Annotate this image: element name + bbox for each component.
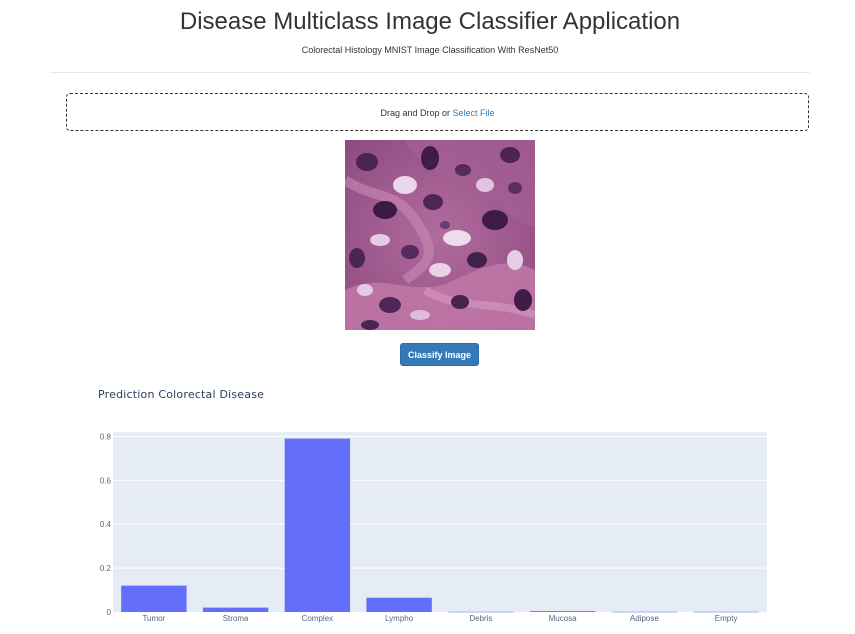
bar-stroma bbox=[202, 607, 269, 612]
y-tick-label: 0 bbox=[107, 608, 112, 617]
y-tick-label: 0.4 bbox=[100, 520, 112, 529]
x-tick-label: Complex bbox=[302, 614, 334, 623]
x-tick-label: Empty bbox=[715, 614, 738, 623]
app-page: Disease Multiclass Image Classifier Appl… bbox=[0, 0, 855, 634]
prediction-bar-chart: 0 0.2 0.4 0.6 0.8 Tumor Stroma Complex Lympho Deb… bbox=[100, 432, 767, 623]
bar-mucosa bbox=[529, 611, 596, 612]
plot-background bbox=[113, 432, 767, 612]
bar-debris bbox=[448, 611, 514, 613]
x-tick-label: Stroma bbox=[223, 614, 249, 623]
x-tick-label: Mucosa bbox=[549, 614, 578, 623]
x-tick-label: Tumor bbox=[142, 614, 165, 623]
y-tick-label: 0.6 bbox=[100, 476, 112, 485]
bar-complex bbox=[284, 438, 351, 612]
bar-empty bbox=[693, 611, 759, 613]
bar-lympho bbox=[366, 597, 432, 612]
bar-adipose bbox=[611, 611, 678, 613]
bar-tumor bbox=[121, 585, 187, 612]
x-tick-label: Adipose bbox=[630, 614, 659, 623]
y-tick-label: 0.2 bbox=[100, 564, 112, 573]
y-tick-label: 0.8 bbox=[100, 432, 112, 441]
x-tick-label: Lympho bbox=[385, 614, 414, 623]
x-tick-label: Debris bbox=[469, 614, 492, 623]
